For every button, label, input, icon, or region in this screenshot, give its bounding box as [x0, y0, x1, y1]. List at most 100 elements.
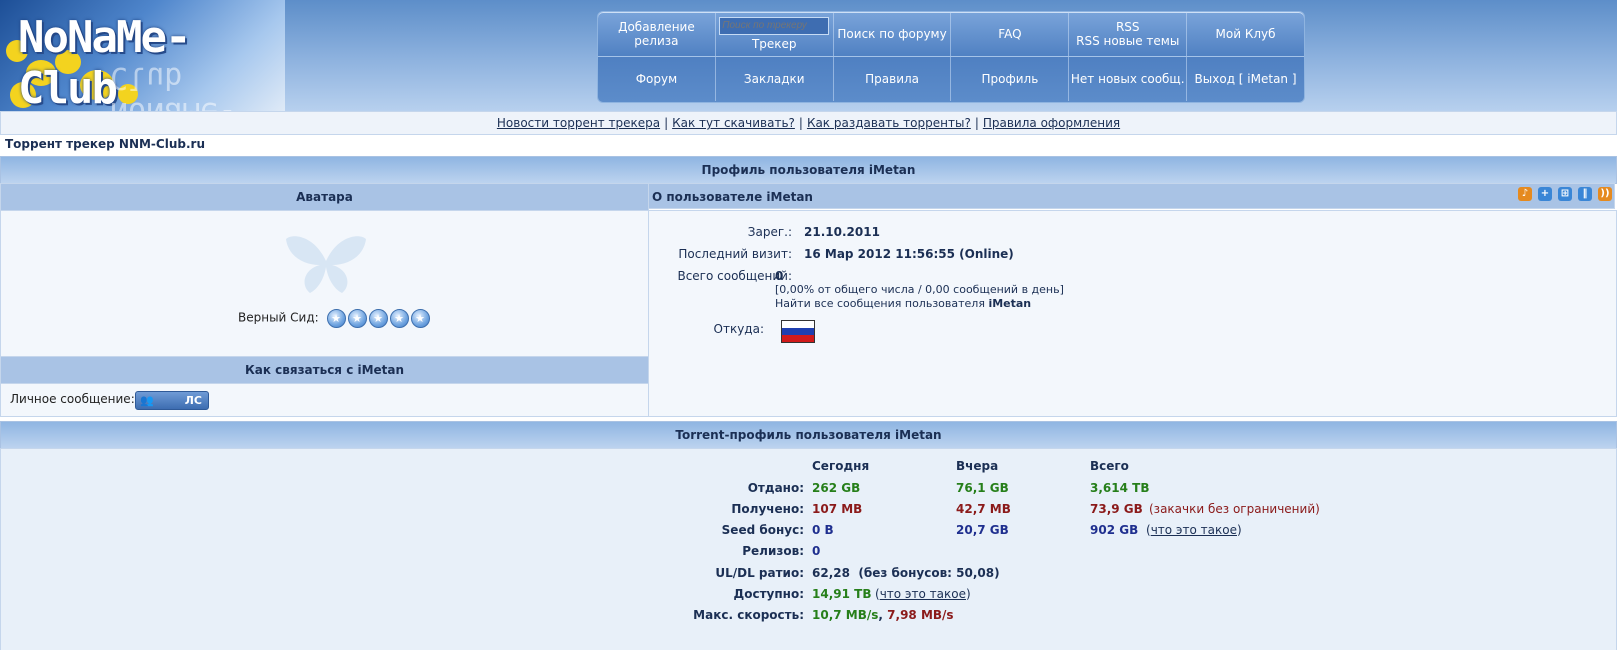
pm-label: Личное сообщение:	[10, 392, 135, 406]
nav-bookmarks[interactable]: Закладки	[716, 57, 834, 101]
logo-reflection: NoNaMe-Club	[110, 60, 236, 111]
col-total: Всего	[1090, 459, 1129, 473]
available-value: 14,91 TB	[812, 587, 872, 601]
about-header-title: О пользователе iMetan	[652, 190, 813, 204]
nav-forum[interactable]: Форум	[598, 57, 716, 101]
seed-bonus-help: (что это такое)	[1146, 523, 1242, 537]
releases-label: Релизов:	[742, 544, 804, 558]
seed-rating-label: Верный Сид:	[238, 310, 319, 325]
downloaded-total: 73,9 GB	[1090, 502, 1143, 516]
find-posts-link[interactable]: Найти все сообщения пользователя iMetan	[775, 297, 1031, 310]
available-help-link[interactable]: что это такое	[880, 587, 966, 601]
star-icon: ★	[410, 308, 430, 328]
link-how-to-seed[interactable]: Как раздавать торренты?	[807, 116, 971, 130]
nav-row-top: Добавление релиза Трекер Поиск по форуму…	[598, 12, 1304, 57]
avatar-header: Аватара	[0, 183, 649, 211]
expand-icon[interactable]: ⊞	[1558, 187, 1572, 201]
find-posts-user: iMetan	[988, 297, 1032, 310]
seed-bonus-today: 0 B	[812, 523, 834, 537]
ratio-no-bonus: (без бонусов: 50,08)	[858, 566, 1000, 580]
reg-label: Зарег.:	[747, 225, 792, 239]
nav-messages[interactable]: Нет новых сообщ.	[1069, 57, 1188, 101]
separator: |	[974, 116, 979, 130]
seed-bonus-total: 902 GB	[1090, 523, 1139, 537]
nav-label: Правила	[865, 72, 920, 86]
tracker-search-input[interactable]	[719, 17, 830, 35]
users-icon: 👥	[140, 394, 154, 407]
nav-forum-search[interactable]: Поиск по форуму	[834, 12, 952, 56]
last-visit-value: 16 Мар 2012 11:56:55 (Online)	[804, 247, 1014, 261]
pause-icon[interactable]: ‖	[1578, 187, 1592, 201]
nav-label: Добавление релиза	[618, 20, 695, 48]
uploaded-total: 3,614 TB	[1090, 481, 1150, 495]
separator: |	[664, 116, 669, 130]
nav-row-bottom: Форум Закладки Правила Профиль Нет новых…	[598, 57, 1304, 101]
seed-bonus-yesterday: 20,7 GB	[956, 523, 1009, 537]
nav-label: RSS	[1115, 20, 1140, 34]
uploaded-label: Отдано:	[747, 481, 804, 495]
downloaded-note: (закачки без ограничений)	[1149, 502, 1320, 516]
link-tracker-news[interactable]: Новости торрент трекера	[497, 116, 660, 130]
max-speed-up: 10,7 MB/s	[812, 608, 879, 622]
star-icon: ★	[326, 308, 346, 328]
pm-button[interactable]: 👥 ЛС	[135, 391, 209, 410]
profile-title-bar: Профиль пользователя iMetan	[0, 156, 1617, 184]
rss-icon[interactable]: ))	[1598, 187, 1612, 201]
max-speed-value: 10,7 MB/s, 7,98 MB/s	[812, 608, 954, 622]
about-panel: Зарег.: 21.10.2011 Последний визит: 16 М…	[648, 210, 1617, 417]
sound-icon[interactable]: ♪	[1518, 187, 1532, 201]
nav-label: Нет новых сообщ.	[1070, 72, 1185, 86]
russia-flag-icon	[781, 320, 815, 343]
nav-label: Форум	[635, 72, 678, 86]
breadcrumb[interactable]: Торрент трекер NNM-Club.ru	[5, 137, 205, 151]
star-icon: ★	[389, 308, 409, 328]
posts-value: 0	[775, 269, 784, 283]
main-navigation: Добавление релиза Трекер Поиск по форуму…	[597, 11, 1305, 103]
site-logo[interactable]: NoNaMe-Club NoNaMe-Club	[0, 0, 285, 111]
star-icon: ★	[347, 308, 367, 328]
max-speed-label: Макс. скорость:	[693, 608, 804, 622]
site-header: NoNaMe-Club NoNaMe-Club Добавление релиз…	[0, 0, 1617, 112]
nav-rss[interactable]: RSS RSS новые темы	[1069, 12, 1188, 56]
available-label: Доступно:	[733, 587, 804, 601]
link-how-to-download[interactable]: Как тут скачивать?	[672, 116, 795, 130]
posts-stats: [0,00% от общего числа / 0,00 сообщений …	[775, 283, 1064, 296]
star-icon: ★	[368, 308, 388, 328]
nav-label-rss-new: RSS новые темы	[1076, 34, 1180, 48]
seed-bonus-label: Seed бонус:	[721, 523, 804, 537]
nav-rules[interactable]: Правила	[834, 57, 952, 101]
nav-logout[interactable]: Выход [ iMetan ]	[1187, 57, 1304, 101]
posts-label: Всего сообщений:	[677, 269, 792, 283]
avatar-butterfly-icon	[286, 236, 366, 293]
link-formatting-rules[interactable]: Правила оформления	[983, 116, 1120, 130]
nav-profile[interactable]: Профиль	[951, 57, 1070, 101]
pm-button-label: ЛС	[184, 394, 202, 407]
col-yesterday: Вчера	[956, 459, 999, 473]
nav-label: Трекер	[751, 37, 797, 51]
add-icon[interactable]: +	[1538, 187, 1552, 201]
nav-label: Поиск по форуму	[837, 27, 947, 41]
about-header: О пользователе iMetan	[648, 183, 1615, 209]
info-links-bar: Новости торрент трекера | Как тут скачиват…	[0, 111, 1617, 135]
uploaded-today: 262 GB	[812, 481, 861, 495]
releases-value: 0	[812, 544, 821, 558]
max-speed-down: 7,98 MB/s	[887, 608, 954, 622]
avatar-panel: Верный Сид: ★ ★ ★ ★ ★	[0, 210, 649, 358]
torrent-stats-panel: Сегодня Вчера Всего Отдано: 262 GB 76,1 …	[0, 448, 1617, 650]
uploaded-yesterday: 76,1 GB	[956, 481, 1009, 495]
ratio-number: 62,28	[812, 566, 850, 580]
contact-panel: Личное сообщение: 👥 ЛС	[0, 383, 649, 417]
nav-my-club[interactable]: Мой Клуб	[1187, 12, 1304, 56]
nav-tracker[interactable]: Трекер	[716, 12, 834, 56]
reg-value: 21.10.2011	[804, 225, 880, 239]
find-posts-prefix: Найти все сообщения пользователя	[775, 297, 985, 310]
nav-label: Профиль	[981, 72, 1039, 86]
nav-label: Выход [ iMetan ]	[1194, 72, 1297, 86]
nav-label: Мой Клуб	[1215, 27, 1276, 41]
seed-bonus-help-link[interactable]: что это такое	[1151, 523, 1237, 537]
nav-faq[interactable]: FAQ	[951, 12, 1070, 56]
torrent-profile-title-bar: Torrent-профиль пользователя iMetan	[0, 421, 1617, 449]
from-label: Откуда:	[713, 322, 764, 336]
nav-add-release[interactable]: Добавление релиза	[598, 12, 716, 56]
downloaded-label: Получено:	[731, 502, 804, 516]
